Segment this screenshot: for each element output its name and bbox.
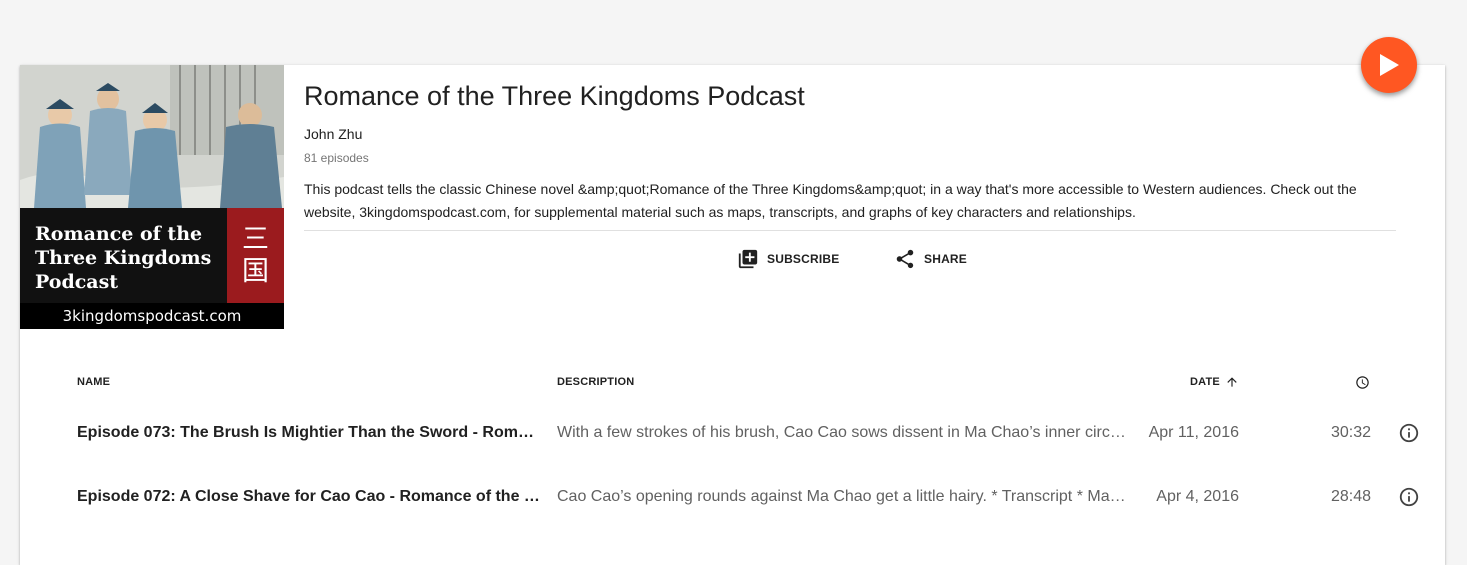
artwork-char-san: 三	[242, 223, 269, 255]
artwork-char-guo: 国	[242, 255, 269, 287]
column-header-date[interactable]: DATE	[1190, 375, 1239, 389]
column-header-duration[interactable]	[1355, 375, 1370, 393]
share-icon	[896, 249, 914, 269]
episode-duration: 30:32	[1330, 424, 1371, 441]
play-button[interactable]	[1361, 37, 1417, 93]
column-header-date-label: DATE	[1190, 376, 1220, 388]
episode-name[interactable]: Episode 072: A Close Shave for Cao Cao -…	[77, 477, 542, 517]
info-icon[interactable]	[1398, 422, 1420, 444]
podcast-author: John Zhu	[304, 126, 363, 142]
episode-duration: 28:48	[1330, 488, 1371, 505]
play-icon	[1380, 54, 1399, 76]
clock-icon	[1356, 376, 1369, 389]
artwork-url: 3kingdomspodcast.com	[20, 303, 284, 329]
divider	[304, 230, 1396, 231]
subscribe-button[interactable]: SUBSCRIBE	[737, 247, 839, 271]
episode-count: 81 episodes	[304, 151, 369, 165]
artwork-chinese-seal: 三 国	[227, 208, 284, 303]
subscribe-label: SUBSCRIBE	[767, 252, 840, 266]
podcast-title: Romance of the Three Kingdoms Podcast	[304, 81, 805, 111]
episode-description: With a few strokes of his brush, Cao Cao…	[557, 424, 1127, 441]
table-row[interactable]: Episode 073: The Brush Is Mightier Than …	[20, 413, 1445, 453]
arrow-up-icon	[1227, 377, 1237, 387]
episode-date: Apr 4, 2016	[1156, 488, 1239, 505]
info-icon[interactable]	[1398, 486, 1420, 508]
share-button[interactable]: SHARE	[894, 247, 967, 271]
podcast-artwork: Romance of the Three Kingdoms Podcast 三 …	[20, 65, 284, 329]
add-to-queue-icon	[738, 249, 758, 269]
share-label: SHARE	[924, 252, 968, 266]
artwork-title: Romance of the Three Kingdoms Podcast	[35, 223, 212, 293]
episode-name[interactable]: Episode 073: The Brush Is Mightier Than …	[77, 413, 542, 453]
column-header-name[interactable]: NAME	[77, 376, 110, 388]
artwork-illustration	[20, 65, 284, 208]
column-header-description[interactable]: DESCRIPTION	[557, 376, 634, 388]
table-row[interactable]: Episode 072: A Close Shave for Cao Cao -…	[20, 477, 1445, 517]
podcast-description: This podcast tells the classic Chinese n…	[304, 181, 1357, 220]
podcast-card: Romance of the Three Kingdoms Podcast 三 …	[20, 65, 1445, 565]
episode-description: Cao Cao’s opening rounds against Ma Chao…	[557, 488, 1127, 505]
episode-date: Apr 11, 2016	[1148, 424, 1239, 441]
